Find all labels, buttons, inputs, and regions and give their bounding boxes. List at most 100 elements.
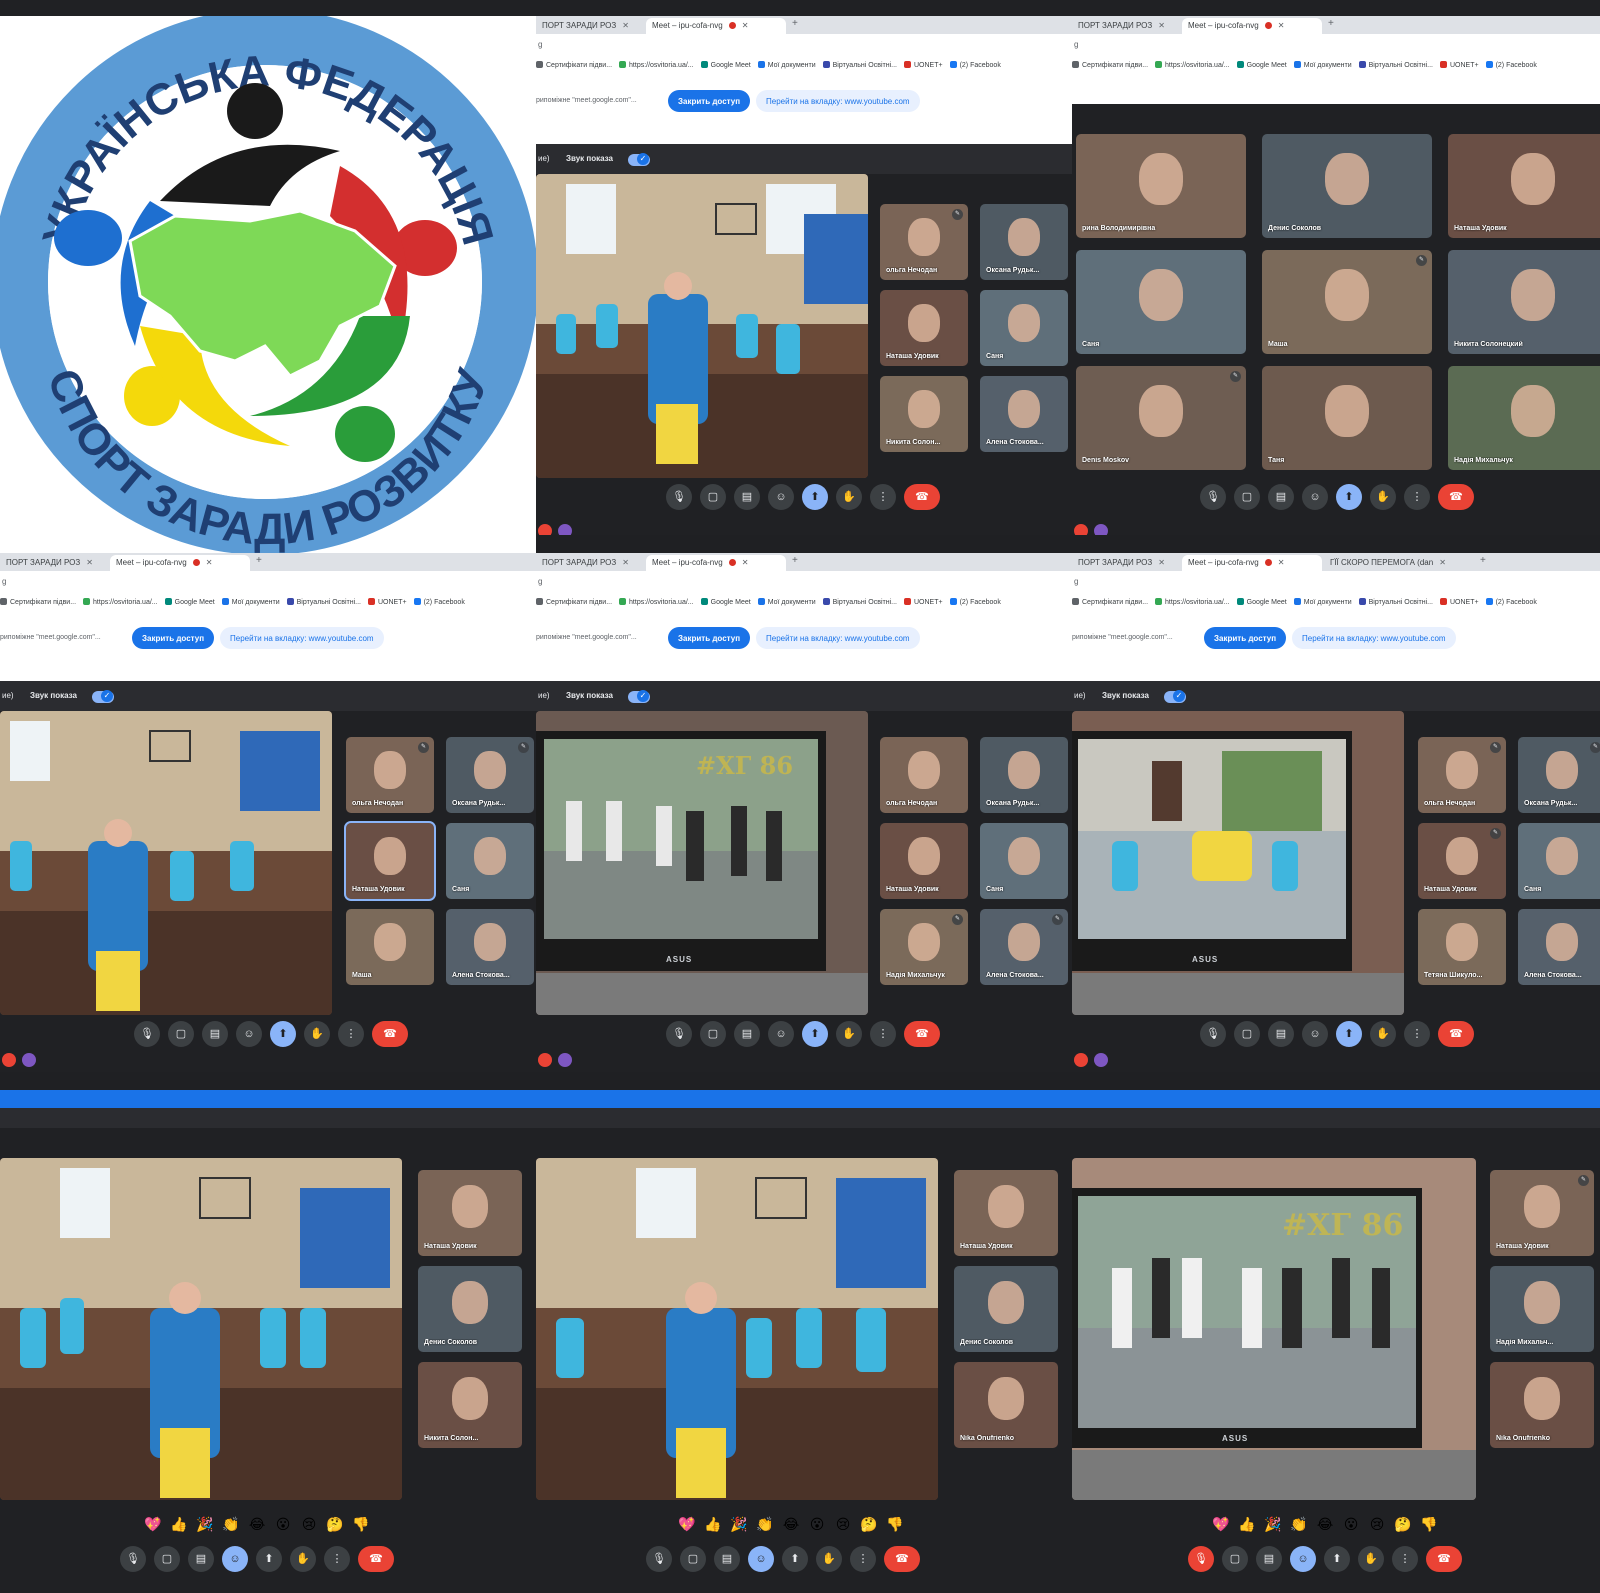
participant-tile[interactable]: Надія Михальчук: [1448, 366, 1600, 470]
tab-sport[interactable]: ПОРТ ЗАРАДИ РОЗ ✕: [1072, 18, 1180, 34]
tab-sport[interactable]: ПОРТ ЗАРАДИ РОЗ ✕: [0, 555, 108, 571]
hangup-button[interactable]: ☎: [1438, 484, 1474, 510]
new-tab-button[interactable]: +: [792, 18, 798, 29]
bookmark-item[interactable]: Віртуальні Освітні...: [286, 598, 361, 606]
participant-tile[interactable]: Саня: [980, 823, 1068, 899]
address-bar[interactable]: g: [536, 571, 1072, 591]
mic-button[interactable]: 🎙: [120, 1546, 146, 1572]
more-options-button[interactable]: ⋮: [324, 1546, 350, 1572]
present-button[interactable]: ⬆: [802, 1021, 828, 1047]
close-icon[interactable]: ✕: [1158, 21, 1165, 30]
bookmark-item[interactable]: Google Meet: [1236, 598, 1287, 606]
reaction-emoji[interactable]: 😮: [804, 1516, 830, 1533]
participant-tile[interactable]: ✎ Надія Михальчук: [880, 909, 968, 985]
emoji-button[interactable]: ☺: [236, 1021, 262, 1047]
hangup-button[interactable]: ☎: [372, 1021, 408, 1047]
chrome-icon[interactable]: [1074, 1053, 1088, 1067]
camera-button[interactable]: ▢: [680, 1546, 706, 1572]
present-button[interactable]: ⬆: [782, 1546, 808, 1572]
hangup-button[interactable]: ☎: [904, 484, 940, 510]
reaction-emoji[interactable]: 🤔: [322, 1516, 348, 1533]
reaction-emoji[interactable]: 😂: [778, 1516, 804, 1533]
bookmark-item[interactable]: (2) Facebook: [1485, 61, 1537, 69]
bookmark-item[interactable]: Мої документи: [757, 598, 816, 606]
mic-button[interactable]: 🎙: [666, 1021, 692, 1047]
sound-toggle[interactable]: [628, 153, 650, 166]
viber-icon[interactable]: [1094, 524, 1108, 535]
more-options-button[interactable]: ⋮: [1392, 1546, 1418, 1572]
address-bar[interactable]: g: [0, 571, 536, 591]
camera-button[interactable]: ▢: [700, 1021, 726, 1047]
tab-sport[interactable]: ПОРТ ЗАРАДИ РОЗ ✕: [1072, 555, 1180, 571]
emoji-button[interactable]: ☺: [1302, 1021, 1328, 1047]
mic-button[interactable]: 🎙: [1200, 484, 1226, 510]
sound-toggle[interactable]: [628, 690, 650, 703]
reaction-emoji[interactable]: 👏: [752, 1516, 778, 1533]
mic-button[interactable]: 🎙: [1200, 1021, 1226, 1047]
captions-button[interactable]: ▤: [734, 484, 760, 510]
more-options-button[interactable]: ⋮: [1404, 484, 1430, 510]
reaction-emoji[interactable]: 🎉: [726, 1516, 752, 1533]
bookmark-item[interactable]: (2) Facebook: [1485, 598, 1537, 606]
captions-button[interactable]: ▤: [1268, 1021, 1294, 1047]
hangup-button[interactable]: ☎: [1438, 1021, 1474, 1047]
mic-button[interactable]: 🎙: [646, 1546, 672, 1572]
reaction-emoji[interactable]: 👍: [700, 1516, 726, 1533]
chrome-icon[interactable]: [538, 524, 552, 535]
reaction-emoji[interactable]: 👍: [1234, 1516, 1260, 1533]
participant-tile[interactable]: Саня: [446, 823, 534, 899]
camera-button[interactable]: ▢: [700, 484, 726, 510]
participant-tile[interactable]: Алена Стокова...: [980, 376, 1068, 452]
camera-button[interactable]: ▢: [1234, 484, 1260, 510]
participant-tile[interactable]: Наташа Удовик: [418, 1170, 522, 1256]
address-bar[interactable]: g: [1072, 571, 1600, 591]
present-button[interactable]: ⬆: [1336, 484, 1362, 510]
close-icon[interactable]: ✕: [1158, 558, 1165, 567]
hangup-button[interactable]: ☎: [1426, 1546, 1462, 1572]
bookmark-item[interactable]: Мої документи: [757, 61, 816, 69]
participant-tile[interactable]: ✎ Оксана Рудьк...: [446, 737, 534, 813]
bookmark-item[interactable]: (2) Facebook: [413, 598, 465, 606]
bookmark-item[interactable]: Мої документи: [1293, 598, 1352, 606]
participant-tile[interactable]: ✎ ольга Нечодан: [346, 737, 434, 813]
participant-tile[interactable]: ✎ Наташа Удовик: [1490, 1170, 1594, 1256]
participant-tile[interactable]: Саня: [980, 290, 1068, 366]
stop-sharing-button[interactable]: Закрить доступ: [1204, 627, 1287, 649]
captions-button[interactable]: ▤: [188, 1546, 214, 1572]
present-button[interactable]: ⬆: [802, 484, 828, 510]
reaction-emoji[interactable]: 😢: [296, 1516, 322, 1533]
address-bar[interactable]: g: [1072, 34, 1600, 54]
close-icon[interactable]: ✕: [1278, 558, 1285, 567]
reaction-emoji[interactable]: 😮: [1338, 1516, 1364, 1533]
raise-hand-button[interactable]: ✋: [290, 1546, 316, 1572]
close-icon[interactable]: ✕: [742, 558, 749, 567]
goto-tab-button[interactable]: Перейти на вкладку: www.youtube.com: [220, 627, 384, 649]
mic-button[interactable]: 🎙: [134, 1021, 160, 1047]
emoji-button[interactable]: ☺: [768, 484, 794, 510]
stop-sharing-button[interactable]: Закрить доступ: [668, 627, 751, 649]
participant-tile[interactable]: ольга Нечодан: [880, 737, 968, 813]
viber-icon[interactable]: [558, 524, 572, 535]
bookmark-item[interactable]: UONET+: [1439, 598, 1479, 606]
bookmark-item[interactable]: Сертифікати підви...: [536, 61, 612, 69]
participant-tile[interactable]: Саня: [1518, 823, 1600, 899]
bookmark-item[interactable]: https://osvitoria.ua/...: [1155, 598, 1230, 606]
tab-youtube[interactable]: ГЇЇ СКОРО ПЕРЕМОГА (dan ✕: [1324, 555, 1474, 571]
emoji-button[interactable]: ☺: [222, 1546, 248, 1572]
bookmark-item[interactable]: UONET+: [903, 598, 943, 606]
reaction-emoji[interactable]: 👍: [166, 1516, 192, 1533]
viber-icon[interactable]: [558, 1053, 572, 1067]
stop-sharing-button[interactable]: Закрить доступ: [132, 627, 215, 649]
participant-tile[interactable]: Наташа Удовик: [880, 823, 968, 899]
close-icon[interactable]: ✕: [86, 558, 93, 567]
reaction-emoji[interactable]: 😮: [270, 1516, 296, 1533]
sound-toggle[interactable]: [92, 690, 114, 703]
bookmark-item[interactable]: Сертифікати підви...: [1072, 61, 1148, 69]
bookmark-item[interactable]: Google Meet: [1236, 61, 1287, 69]
captions-button[interactable]: ▤: [202, 1021, 228, 1047]
viber-icon[interactable]: [1094, 1053, 1108, 1067]
participant-tile[interactable]: Саня: [1076, 250, 1246, 354]
camera-button[interactable]: ▢: [154, 1546, 180, 1572]
chrome-icon[interactable]: [538, 1053, 552, 1067]
participant-tile[interactable]: Nika Onufrienko: [1490, 1362, 1594, 1448]
